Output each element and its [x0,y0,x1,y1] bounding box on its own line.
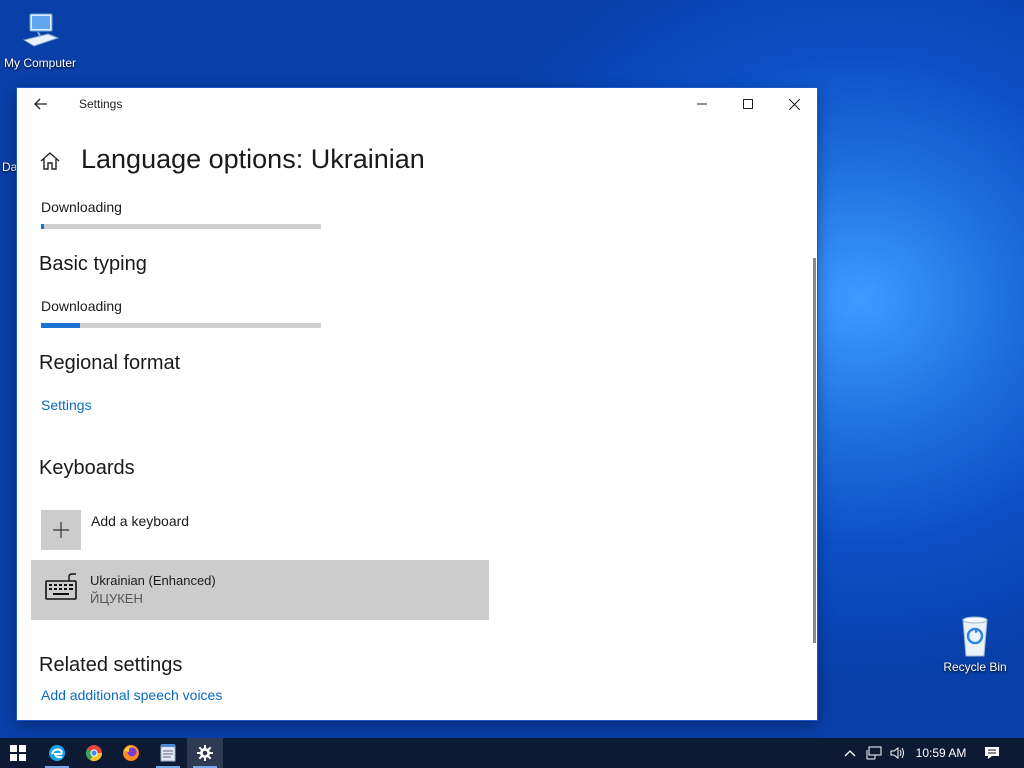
regional-format-heading: Regional format [39,352,181,374]
network-status-button[interactable] [863,738,885,768]
clock[interactable]: 10:59 AM [910,738,972,768]
add-speech-voices-link[interactable]: Add additional speech voices [41,687,222,703]
download-progress-bar [41,224,321,229]
close-button[interactable] [771,88,817,120]
close-icon [788,98,800,110]
start-button[interactable] [0,738,36,768]
edge-icon [49,745,65,761]
show-hidden-icons-button[interactable] [841,738,859,768]
download-status-label: Downloading [41,199,122,215]
computer-icon [18,10,62,54]
keyboard-layout: ЙЦУКЕН [90,591,143,606]
keyboards-heading: Keyboards [39,457,135,479]
taskbar-notepad[interactable] [150,738,186,768]
back-button[interactable] [27,92,55,116]
regional-format-settings-link[interactable]: Settings [41,397,92,413]
minimize-button[interactable] [679,88,725,120]
taskbar-settings[interactable] [187,738,223,768]
basic-typing-progress-bar [41,323,321,328]
maximize-button[interactable] [725,88,771,120]
basic-typing-heading: Basic typing [39,253,147,275]
add-keyboard-button[interactable] [41,510,81,550]
windows-logo-icon [10,745,26,761]
volume-button[interactable] [887,738,909,768]
firefox-icon [123,745,139,761]
desktop-icon-label: My Computer [3,56,77,70]
add-keyboard-label[interactable]: Add a keyboard [91,513,189,529]
desktop-icon-my-computer[interactable]: My Computer [0,10,80,70]
taskbar-firefox[interactable] [113,738,149,768]
action-center-button[interactable] [978,738,1006,768]
keyboard-list-item[interactable]: Ukrainian (Enhanced) ЙЦУКЕН [31,560,489,620]
network-icon [866,746,882,760]
chrome-icon [85,745,103,762]
keyboard-icon [45,573,79,601]
plus-icon [53,522,69,538]
taskbar-chrome[interactable] [76,738,112,768]
settings-window: Settings Language options: Ukrainian Dow… [17,88,817,720]
minimize-icon [697,103,707,105]
desktop-icon-label: Recycle Bin [943,660,1007,674]
back-arrow-icon [34,98,47,110]
notification-icon [985,747,999,759]
page-title: Language options: Ukrainian [81,144,425,174]
download-progress-fill [41,224,44,229]
home-icon[interactable] [39,150,61,172]
title-bar: Settings [17,88,817,120]
chevron-up-icon [844,750,856,757]
notepad-icon [160,744,176,762]
keyboard-name: Ukrainian (Enhanced) [90,573,216,588]
window-title: Settings [79,97,123,111]
recycle-bin-icon [953,614,997,658]
basic-typing-status-label: Downloading [41,298,122,314]
speaker-icon [890,747,904,759]
taskbar-edge[interactable] [39,738,75,768]
desktop-icon-partial-label: Da [2,160,18,174]
vertical-scrollbar[interactable] [813,258,816,643]
settings-gear-icon [197,745,213,761]
desktop-icon-recycle-bin[interactable]: Recycle Bin [935,614,1015,674]
maximize-icon [743,99,753,109]
basic-typing-progress-fill [41,323,81,328]
taskbar: 10:59 AM [0,738,1024,768]
related-settings-heading: Related settings [39,654,183,676]
